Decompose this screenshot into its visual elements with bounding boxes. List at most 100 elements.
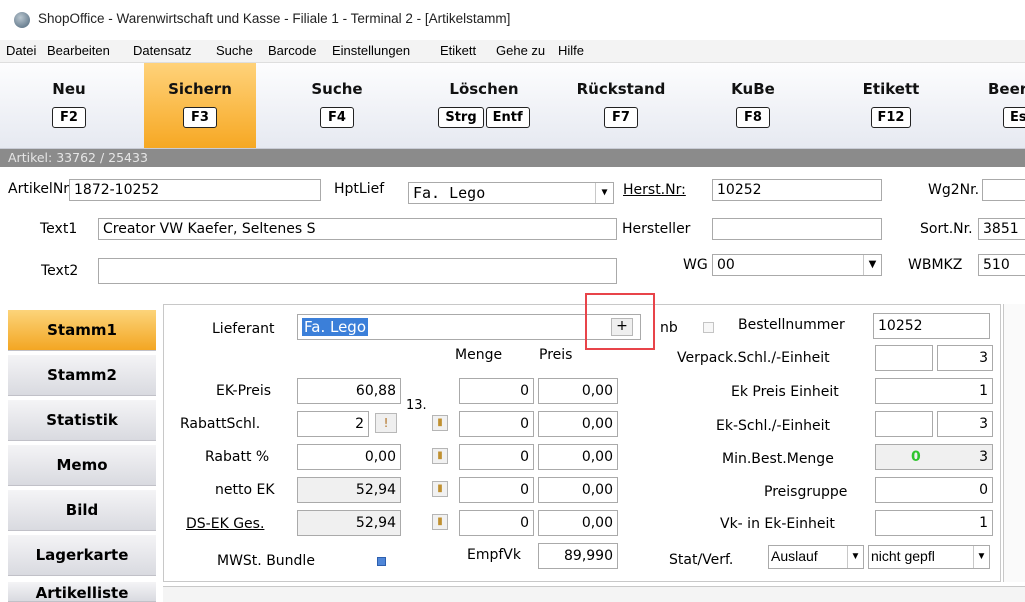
menu-einstellungen[interactable]: Einstellungen <box>332 43 410 58</box>
neu-button[interactable]: Neu F2 <box>10 63 128 148</box>
stat-combo[interactable]: Auslauf ▼ <box>768 545 864 569</box>
tier-1-edit-icon[interactable]: ▮ <box>432 415 448 431</box>
verf-value: nicht gepfl <box>871 548 935 564</box>
window-title: ShopOffice - Warenwirtschaft und Kasse -… <box>38 11 511 26</box>
tier-preis-5[interactable]: 0,00 <box>538 510 618 536</box>
tier-preis-4[interactable]: 0,00 <box>538 477 618 503</box>
verpack-einheit-field[interactable]: 3 <box>937 345 993 371</box>
text1-label: Text1 <box>40 221 78 237</box>
bestellnummer-field[interactable]: 10252 <box>873 313 990 339</box>
menge-header: Menge <box>455 347 503 363</box>
nav-stamm2[interactable]: Stamm2 <box>8 355 156 396</box>
tier-menge-3[interactable]: 0 <box>459 444 534 470</box>
ek-schl-label: Ek-Schl./-Einheit <box>716 418 831 434</box>
wg2nr-field[interactable] <box>982 179 1025 201</box>
tier-preis-1[interactable]: 0,00 <box>538 378 618 404</box>
chevron-down-icon[interactable]: ▼ <box>973 546 989 568</box>
hptlief-label: HptLief <box>334 181 385 197</box>
verpack-schl-field[interactable] <box>875 345 933 371</box>
tier-3-edit-icon[interactable]: ▮ <box>432 481 448 497</box>
key-entf: Entf <box>485 107 530 128</box>
nav-stamm1[interactable]: Stamm1 <box>8 310 156 351</box>
text2-field[interactable] <box>98 258 617 284</box>
hptlief-value: Fa. Lego <box>413 184 486 202</box>
rabatt-label: Rabatt % <box>205 449 270 465</box>
bestellnummer-label: Bestellnummer <box>738 317 845 333</box>
suche-label: Suche <box>311 80 363 98</box>
ek-schl-field[interactable] <box>875 411 933 437</box>
toolbar: Neu F2 Sichern F3 Suche F4 Löschen Strg E… <box>0 63 1025 149</box>
tier-menge-2[interactable]: 0 <box>459 411 534 437</box>
suche-button[interactable]: Suche F4 <box>278 63 396 148</box>
min-best-label: Min.Best.Menge <box>722 451 834 467</box>
ek-preis-einheit-field[interactable]: 1 <box>875 378 993 404</box>
hersteller-field[interactable] <box>712 218 882 240</box>
tier-menge-5[interactable]: 0 <box>459 510 534 536</box>
nb-checkbox[interactable] <box>703 322 714 333</box>
artikelnr-field[interactable]: 1872-10252 <box>69 179 321 201</box>
tier-preis-2[interactable]: 0,00 <box>538 411 618 437</box>
sort-nr-field[interactable]: 3851 <box>978 218 1025 240</box>
hersteller-label: Hersteller <box>622 221 691 237</box>
kube-label: KuBe <box>731 80 775 98</box>
menu-hilfe[interactable]: Hilfe <box>558 43 584 58</box>
rabatt-field[interactable]: 0,00 <box>297 444 401 470</box>
menu-bearbeiten[interactable]: Bearbeiten <box>47 43 110 58</box>
preisgruppe-field[interactable]: 0 <box>875 477 993 503</box>
text1-field[interactable]: Creator VW Kaefer, Seltenes S <box>98 218 617 240</box>
text2-label: Text2 <box>41 263 79 279</box>
hptlief-combo[interactable]: Fa. Lego ▼ <box>408 182 614 204</box>
nav-statistik[interactable]: Statistik <box>8 400 156 441</box>
empfvk-field[interactable]: 89,990 <box>538 543 618 569</box>
wg-combo[interactable]: 00 ▼ <box>712 254 882 276</box>
mwst-bundle-checkbox[interactable] <box>377 557 386 566</box>
menu-datensatz[interactable]: Datensatz <box>133 43 192 58</box>
ek-einheit-field[interactable]: 3 <box>937 411 993 437</box>
netto-ek-label: netto EK <box>215 482 275 498</box>
menu-datei[interactable]: Datei <box>6 43 36 58</box>
etikett-button[interactable]: Etikett F12 <box>830 63 952 148</box>
nav-lagerkarte[interactable]: Lagerkarte <box>8 535 156 576</box>
key-strg: Strg <box>438 107 484 128</box>
ds-ek-field: 52,94 <box>297 510 401 536</box>
neu-label: Neu <box>52 80 86 98</box>
artikel-info: Artikel: 33762 / 25433 <box>8 150 148 165</box>
artikelnr-label: ArtikelNr <box>8 181 70 197</box>
verpack-label: Verpack.Schl./-Einheit <box>677 350 830 366</box>
chevron-down-icon[interactable]: ▼ <box>863 255 881 275</box>
menu-gehe-zu[interactable]: Gehe zu <box>496 43 545 58</box>
tier-preis-3[interactable]: 0,00 <box>538 444 618 470</box>
rabatt-info-button[interactable]: ! <box>375 413 397 433</box>
tier-menge-1[interactable]: 0 <box>459 378 534 404</box>
tier-menge-4[interactable]: 0 <box>459 477 534 503</box>
menu-barcode[interactable]: Barcode <box>268 43 316 58</box>
loeschen-button[interactable]: Löschen Strg Entf <box>418 63 550 148</box>
menu-etikett[interactable]: Etikett <box>440 43 476 58</box>
chevron-down-icon[interactable]: ▼ <box>847 546 863 568</box>
chevron-down-icon[interactable]: ▼ <box>595 183 613 203</box>
herst-nr-label: Herst.Nr: <box>623 182 686 198</box>
key-f3: F3 <box>183 107 217 128</box>
beenden-label: Beer <box>988 80 1025 98</box>
verf-combo[interactable]: nicht gepfl ▼ <box>868 545 990 569</box>
sort-nr-label: Sort.Nr. <box>920 221 973 237</box>
rueckstand-button[interactable]: Rückstand F7 <box>558 63 684 148</box>
menu-suche[interactable]: Suche <box>216 43 253 58</box>
sichern-button[interactable]: Sichern F3 <box>144 63 256 148</box>
nav-memo[interactable]: Memo <box>8 445 156 486</box>
nav-artikelliste[interactable]: Artikelliste <box>8 582 156 602</box>
tier-2-edit-icon[interactable]: ▮ <box>432 448 448 464</box>
herst-nr-field[interactable]: 10252 <box>712 179 882 201</box>
kube-button[interactable]: KuBe F8 <box>694 63 812 148</box>
beenden-button[interactable]: Beer Es <box>950 63 1025 148</box>
vk-ek-field[interactable]: 1 <box>875 510 993 536</box>
wbmkz-field[interactable]: 510 <box>978 254 1025 276</box>
section-nav: Stamm1 Stamm2 Statistik Memo Bild Lagerk… <box>0 304 156 602</box>
rabattschl-field[interactable]: 2 <box>297 411 369 437</box>
wg2nr-label: Wg2Nr. <box>928 182 980 198</box>
nav-bild[interactable]: Bild <box>8 490 156 531</box>
tier-4-edit-icon[interactable]: ▮ <box>432 514 448 530</box>
ek-preis-field[interactable]: 60,88 <box>297 378 401 404</box>
min-best-field[interactable]: 0 3 <box>875 444 993 470</box>
key-f8: F8 <box>736 107 770 128</box>
